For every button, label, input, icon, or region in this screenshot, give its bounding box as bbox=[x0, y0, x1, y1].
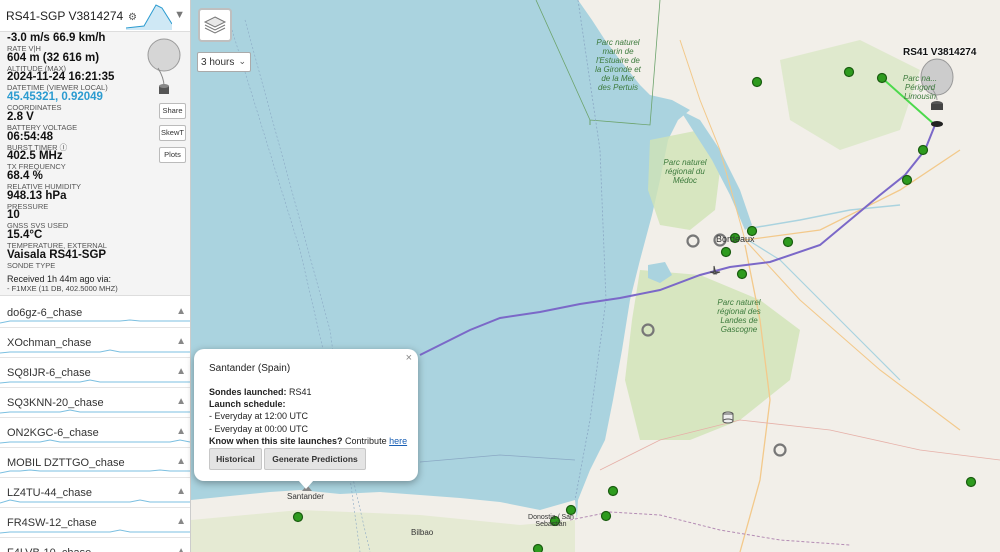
selected-sonde-header[interactable]: RS41-SGP V3814274 ⚙ ▼ bbox=[0, 0, 190, 32]
field-2: 2024-11-24 16:21:35 DATETIME (VIEWER LOCA… bbox=[7, 71, 114, 92]
field-7: 68.4 % RELATIVE HUMIDITY bbox=[7, 170, 81, 191]
field-value: 15.4°C bbox=[7, 229, 43, 241]
field-value: 604 m (32 616 m) bbox=[7, 51, 100, 64]
skewt-button[interactable]: SkewT bbox=[159, 125, 186, 141]
chase-list-item[interactable]: do6gz-6_chase ▲ bbox=[0, 298, 190, 328]
chase-sparkline bbox=[0, 349, 190, 354]
chase-sparkline bbox=[0, 529, 190, 534]
chevron-down-icon: ⌄ bbox=[238, 56, 246, 66]
city-santander: Santander bbox=[287, 492, 324, 501]
expand-icon[interactable]: ▲ bbox=[176, 426, 186, 437]
chase-sparkline bbox=[0, 499, 190, 504]
chase-list-item[interactable]: SQ3KNN-20_chase ▲ bbox=[0, 388, 190, 418]
field-value: 402.5 MHz bbox=[7, 150, 63, 163]
received-text: Received 1h 44m ago via: bbox=[7, 274, 112, 284]
sidebar: RS41-SGP V3814274 ⚙ ▼ Share SkewT Plots … bbox=[0, 0, 191, 552]
field-3: 45.45321, 0.92049 COORDINATES bbox=[7, 91, 103, 112]
share-button[interactable]: Share bbox=[159, 103, 186, 119]
chase-sparkline bbox=[0, 379, 190, 384]
chase-list-item[interactable]: XOchman_chase ▲ bbox=[0, 328, 190, 358]
chase-sparkline bbox=[0, 409, 190, 414]
field-0: -3.0 m/s 66.9 km/h RATE V|H bbox=[7, 32, 105, 53]
popup-tip bbox=[298, 480, 314, 489]
time-range-value: 3 hours bbox=[201, 57, 235, 68]
plots-button[interactable]: Plots bbox=[159, 147, 186, 163]
park-label-gironde: Parc naturel marin de l'Estuaire de la G… bbox=[595, 38, 641, 92]
field-label: SONDE TYPE bbox=[7, 260, 56, 270]
expand-icon[interactable]: ▲ bbox=[176, 486, 186, 497]
field-value[interactable]: 45.45321, 0.92049 bbox=[7, 91, 103, 103]
time-range-select[interactable]: 3 hours ⌄ bbox=[197, 52, 251, 72]
city-bordeaux: Bordeaux bbox=[716, 234, 755, 244]
schedule-line-1: - Everyday at 12:00 UTC bbox=[209, 411, 309, 421]
field-1: 604 m (32 616 m) ALTITUDE (MAX) bbox=[7, 52, 99, 73]
field-8: 948.13 hPa PRESSURE bbox=[7, 190, 66, 211]
expand-icon[interactable]: ▲ bbox=[176, 306, 186, 317]
chase-list-item[interactable]: SQ8IJR-6_chase ▲ bbox=[0, 358, 190, 388]
historical-button[interactable]: Historical bbox=[209, 448, 262, 470]
expand-icon[interactable]: ▲ bbox=[176, 546, 186, 552]
close-icon[interactable]: × bbox=[406, 352, 412, 364]
contribute-link[interactable]: here bbox=[389, 436, 407, 446]
expand-icon[interactable]: ▲ bbox=[176, 456, 186, 467]
field-9: 10 GNSS SVS USED bbox=[7, 209, 68, 230]
schedule-line-2: - Everyday at 00:00 UTC bbox=[209, 424, 309, 434]
field-value: Vaisala RS41-SGP bbox=[7, 248, 107, 261]
chase-list-item[interactable]: F4LVB-10_chase ▲ bbox=[0, 538, 190, 552]
chase-sparkline bbox=[0, 319, 190, 324]
field-value: 06:54:48 bbox=[7, 130, 54, 143]
field-value: 68.4 % bbox=[7, 169, 43, 182]
field-11: Vaisala RS41-SGP SONDE TYPE bbox=[7, 249, 106, 270]
chase-list-item[interactable]: MOBIL DZTTGO_chase ▲ bbox=[0, 448, 190, 478]
collapse-icon[interactable]: ▼ bbox=[174, 9, 185, 21]
field-value: 10 bbox=[7, 209, 20, 222]
sonde-details-panel: Share SkewT Plots -3.0 m/s 66.9 km/h RATE… bbox=[0, 32, 190, 296]
chase-list-item[interactable]: FR4SW-12_chase ▲ bbox=[0, 508, 190, 538]
field-6: 402.5 MHz TX FREQUENCY bbox=[7, 150, 66, 171]
selected-sonde-title: RS41-SGP V3814274 ⚙ bbox=[6, 9, 137, 23]
park-label-perigord: Parc na... Périgord Limousin bbox=[902, 74, 938, 101]
field-value: 2.8 V bbox=[7, 110, 34, 123]
received-detail: - F1MXE (11 DB, 402.5000 MHZ) bbox=[7, 284, 118, 293]
popup-title: Santander (Spain) bbox=[209, 363, 291, 374]
expand-icon[interactable]: ▲ bbox=[176, 366, 186, 377]
balloon-icon bbox=[147, 38, 181, 94]
park-label-medoc: Parc naturel régional du Médoc bbox=[663, 158, 707, 185]
generate-predictions-button[interactable]: Generate Predictions bbox=[264, 448, 366, 470]
schedule-label: Launch schedule: bbox=[209, 399, 286, 409]
chase-list-item[interactable]: ON2KGC-6_chase ▲ bbox=[0, 418, 190, 448]
launch-site-popup: × Santander (Spain) Sondes launched: RS4… bbox=[194, 349, 418, 481]
park-label-landes: Parc naturel régional des Landes de Gasc… bbox=[717, 298, 761, 334]
field-value: -3.0 m/s 66.9 km/h bbox=[7, 32, 106, 44]
expand-icon[interactable]: ▲ bbox=[176, 396, 186, 407]
chase-list-item[interactable]: LZ4TU-44_chase ▲ bbox=[0, 478, 190, 508]
field-10: 15.4°C TEMPERATURE, EXTERNAL bbox=[7, 229, 107, 250]
field-value: 948.13 hPa bbox=[7, 189, 67, 202]
city-bilbao: Bilbao bbox=[411, 528, 434, 537]
chase-sparkline bbox=[0, 439, 190, 444]
field-value: 2024-11-24 16:21:35 bbox=[7, 71, 115, 84]
altitude-sparkline bbox=[126, 4, 172, 30]
sonde-map-label[interactable]: RS41 V3814274 bbox=[903, 47, 976, 58]
chase-sparkline bbox=[0, 469, 190, 474]
expand-icon[interactable]: ▲ bbox=[176, 516, 186, 527]
city-donostia: Donostia / San Sebastián bbox=[528, 514, 574, 528]
layers-button[interactable] bbox=[198, 8, 232, 42]
expand-icon[interactable]: ▲ bbox=[176, 336, 186, 347]
field-4: 2.8 V BATTERY VOLTAGE bbox=[7, 111, 77, 132]
contribute-line: Know when this site launches? Contribute… bbox=[209, 436, 408, 446]
layers-icon bbox=[203, 16, 227, 34]
field-5: 06:54:48 BURST TIMER ⓘ bbox=[7, 131, 67, 152]
sondes-launched-line: Sondes launched: RS41 bbox=[209, 387, 312, 397]
chase-item-label: F4LVB-10_chase bbox=[7, 547, 91, 552]
